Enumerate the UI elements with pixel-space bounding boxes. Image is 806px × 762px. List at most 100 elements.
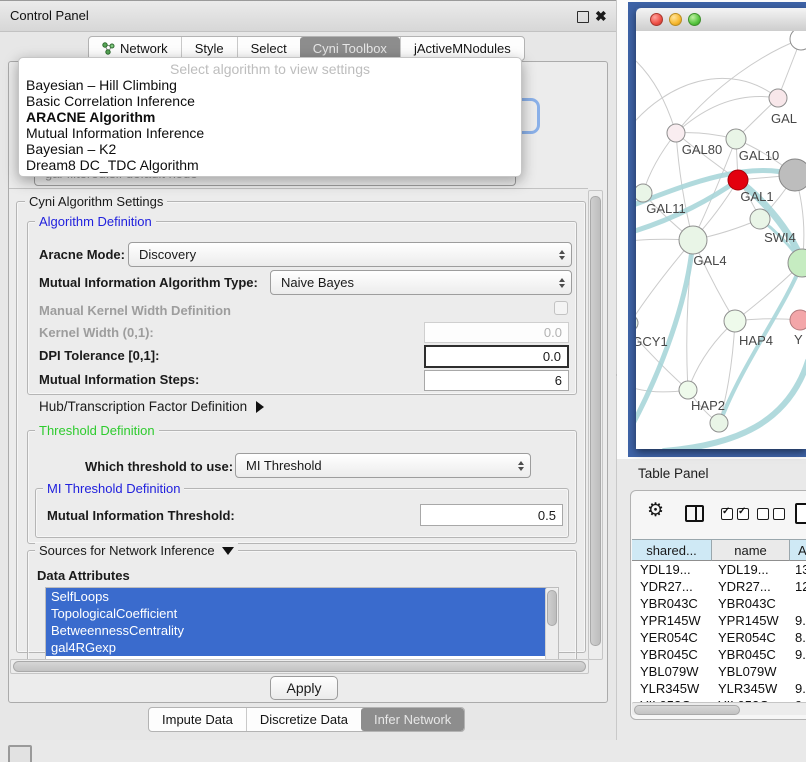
tab-select-label: Select (251, 41, 287, 56)
sources-title-row[interactable]: Sources for Network Inference (35, 543, 238, 558)
zoom-traffic-light-icon[interactable] (688, 13, 701, 26)
export-table-icon[interactable] (795, 503, 806, 524)
kernel-width-field[interactable]: 0.0 (424, 322, 569, 343)
tab-infer-network-label: Infer Network (374, 712, 451, 727)
dropdown-item-highlighted[interactable]: ARACNE Algorithm (19, 109, 521, 125)
node-gal4[interactable] (679, 226, 707, 254)
mi-algorithm-type-value: Naive Bayes (281, 275, 354, 290)
table-row[interactable]: YDR27...YDR27...12 (632, 578, 806, 595)
tab-jactivemnodules-label: jActiveMNodules (414, 41, 511, 56)
select-all-columns-icon[interactable] (721, 508, 749, 520)
column-header-name[interactable]: name (712, 539, 790, 561)
data-attributes-list[interactable]: SelfLoops TopologicalCoefficient Between… (45, 587, 559, 659)
node-gal11[interactable] (636, 184, 652, 202)
dropdown-item[interactable]: Basic Correlation Inference (19, 93, 521, 109)
table-row[interactable]: YPR145WYPR145W9. (632, 612, 806, 629)
dropdown-item[interactable]: Dream8 DC_TDC Algorithm (19, 157, 521, 173)
node-gal80[interactable] (667, 124, 685, 142)
column-layout-icon[interactable] (685, 505, 704, 522)
list-scrollbar[interactable] (545, 588, 558, 659)
tab-discretize-data[interactable]: Discretize Data (246, 708, 361, 731)
node-label: HAP2 (691, 398, 725, 413)
node-swi4[interactable] (750, 209, 770, 229)
mi-steps-field[interactable]: 6 (424, 370, 569, 391)
node-label: GAL (771, 111, 797, 126)
node-hap2[interactable] (679, 381, 697, 399)
mi-algorithm-type-label: Mutual Information Algorithm Type: (39, 275, 258, 290)
node-green-right[interactable] (788, 249, 806, 277)
tab-impute-data[interactable]: Impute Data (149, 708, 246, 731)
dpi-tolerance-field[interactable]: 0.0 (424, 345, 569, 368)
tab-infer-network[interactable]: Infer Network (361, 708, 464, 731)
dpi-tolerance-value: 0.0 (543, 349, 561, 364)
close-traffic-light-icon[interactable] (650, 13, 663, 26)
column-header-partial[interactable]: A (790, 539, 806, 561)
cell-name: YER054C (718, 629, 790, 646)
column-header-shared-name[interactable]: shared... (632, 539, 712, 561)
cell-name: YLR345W (718, 680, 790, 697)
minimized-panel-icon[interactable] (8, 745, 32, 762)
table-panel: ⚙ shared... name A YDL19... YDL19... 13 YD… (630, 490, 806, 720)
algorithm-dropdown-popup: Select algorithm to view settings Bayesi… (18, 57, 522, 177)
network-window-titlebar[interactable] (636, 8, 806, 32)
control-panel: Control Panel ✖ Network Style Select Cyn… (0, 0, 617, 740)
list-item[interactable]: TopologicalCoefficient (46, 605, 549, 622)
collapse-arrow-icon (222, 547, 234, 555)
minimize-traffic-light-icon[interactable] (669, 13, 682, 26)
cell-value: 9. (795, 680, 806, 697)
application-window: Control Panel ✖ Network Style Select Cyn… (0, 0, 806, 762)
deselect-all-columns-icon[interactable] (757, 508, 785, 520)
control-panel-titlebar[interactable]: Control Panel ✖ (0, 0, 616, 32)
node-hap4[interactable] (724, 310, 746, 332)
node-gal10[interactable] (726, 129, 746, 149)
apply-button[interactable]: Apply (270, 676, 338, 700)
dropdown-item[interactable]: Bayesian – Hill Climbing (19, 77, 521, 93)
mi-threshold-field[interactable]: 0.5 (420, 504, 563, 526)
table-row[interactable]: YDL19... YDL19... 13 (632, 561, 806, 578)
node-label: GAL11 (646, 201, 686, 216)
close-icon[interactable]: ✖ (595, 10, 607, 22)
which-threshold-combobox[interactable]: MI Threshold (235, 453, 531, 478)
cell-value: 13 (795, 561, 806, 578)
cell-value: 8. (795, 629, 806, 646)
settings-vertical-scrollbar[interactable] (588, 190, 603, 660)
network-graph: GAL80 GAL10 GAL1 GAL11 SWI4 GAL4 GCY1 HA… (636, 31, 806, 449)
node-pink-right[interactable] (790, 310, 806, 330)
node-gal1-selected[interactable] (728, 170, 748, 190)
node-bottom[interactable] (710, 414, 728, 432)
algorithm-definition-title: Algorithm Definition (35, 214, 156, 229)
node-gray-hub[interactable] (779, 159, 806, 191)
mi-algorithm-type-combobox[interactable]: Naive Bayes (270, 270, 572, 295)
network-window: GAL80 GAL10 GAL1 GAL11 SWI4 GAL4 GCY1 HA… (636, 8, 806, 449)
which-threshold-value: MI Threshold (246, 458, 322, 473)
dropdown-item[interactable]: Mutual Information Inference (19, 125, 521, 141)
table-horizontal-scrollbar[interactable] (632, 702, 806, 715)
list-item[interactable]: gal4RGexp (46, 639, 549, 656)
list-item[interactable]: BetweennessCentrality (46, 622, 549, 639)
table-row[interactable]: YER054CYER054C8. (632, 629, 806, 646)
node-unlabeled[interactable] (790, 31, 806, 50)
cell-shared-name: YDL19... (640, 561, 712, 578)
node-gal-partial[interactable] (769, 89, 787, 107)
tab-impute-data-label: Impute Data (162, 712, 233, 727)
node-gcy1[interactable] (636, 315, 638, 331)
float-window-icon[interactable] (577, 11, 589, 23)
settings-horizontal-scrollbar[interactable] (10, 659, 589, 674)
list-item[interactable]: SelfLoops (46, 588, 549, 605)
cell-name: YDL19... (718, 561, 790, 578)
kernel-width-value: 0.0 (544, 325, 562, 340)
aracne-mode-combobox[interactable]: Discovery (128, 242, 572, 267)
column-header-label: A (798, 543, 806, 558)
network-canvas[interactable]: GAL80 GAL10 GAL1 GAL11 SWI4 GAL4 GCY1 HA… (636, 31, 806, 449)
manual-kernel-width-checkbox[interactable] (554, 301, 568, 315)
dropdown-item[interactable]: Bayesian – K2 (19, 141, 521, 157)
hub-definition-expander[interactable]: Hub/Transcription Factor Definition (39, 399, 264, 414)
table-row[interactable]: YBR045CYBR045C9. (632, 646, 806, 663)
table-row[interactable]: YLR345WYLR345W9. (632, 680, 806, 697)
table-row[interactable]: YBR043CYBR043C (632, 595, 806, 612)
table-row[interactable]: YBL079WYBL079W (632, 663, 806, 680)
table-settings-gear-icon[interactable]: ⚙ (647, 501, 664, 520)
cell-shared-name: YPR145W (640, 612, 712, 629)
table-body[interactable]: YDL19... YDL19... 13 YDR27...YDR27...12 YB… (632, 561, 806, 702)
node-label: GAL1 (740, 189, 773, 204)
